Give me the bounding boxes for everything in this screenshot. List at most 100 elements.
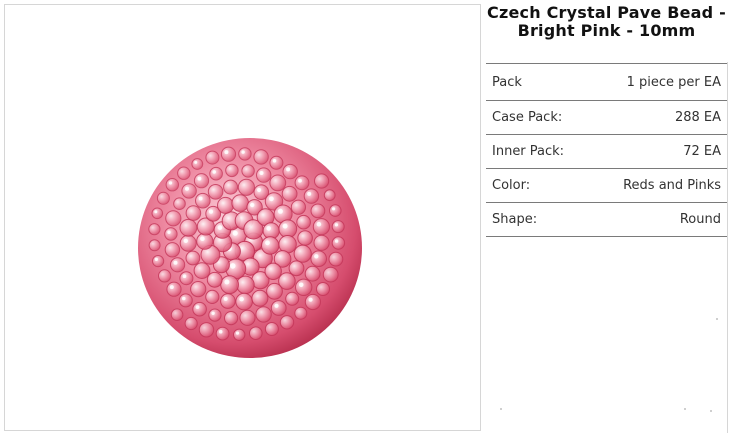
crystal-facet: [313, 234, 330, 251]
crystal-facet: [297, 230, 313, 246]
crystal-facet: [295, 278, 313, 297]
crystal-highlight: [223, 296, 228, 301]
crystal-facet: [235, 292, 253, 311]
crystal-facet: [185, 205, 202, 221]
crystal-highlight: [197, 176, 202, 181]
decorative-dot: [684, 408, 686, 410]
crystal-highlight: [182, 274, 187, 278]
crystal-facet: [253, 149, 269, 165]
crystal-facet: [198, 322, 215, 338]
crystal-facet: [177, 166, 191, 180]
crystal-highlight: [232, 230, 238, 236]
crystal-highlight: [173, 260, 178, 265]
spec-label: Pack: [492, 74, 522, 90]
crystal-facet: [312, 218, 330, 236]
crystal-highlight: [194, 160, 198, 164]
crystal-facet: [193, 262, 211, 280]
crystal-highlight: [182, 296, 186, 301]
crystal-facet: [331, 236, 346, 250]
crystal-facet: [282, 163, 298, 180]
crystal-highlight: [217, 225, 223, 230]
crystal-facet: [285, 291, 300, 306]
crystal-highlight: [250, 202, 255, 208]
crystal-facet: [310, 203, 326, 219]
spec-row-shape: Shape: Round: [486, 203, 727, 237]
spec-label: Case Pack:: [492, 110, 563, 125]
decorative-dot: [500, 408, 502, 410]
crystal-facet: [148, 223, 161, 236]
crystal-facet: [329, 204, 342, 217]
crystal-facet: [270, 300, 287, 316]
crystal-highlight: [154, 210, 158, 214]
crystal-facet: [196, 232, 214, 250]
crystal-facet: [304, 293, 321, 311]
crystal-facet: [191, 158, 204, 170]
crystal-highlight: [334, 223, 339, 227]
crystal-highlight: [266, 226, 271, 231]
crystal-highlight: [239, 296, 244, 302]
spec-row-case-pack: Case Pack: 288 EA: [486, 101, 727, 135]
crystal-facet: [190, 281, 207, 298]
decorative-dot: [710, 410, 712, 412]
crystal-facet: [255, 306, 272, 323]
crystal-highlight: [212, 170, 216, 174]
crystal-highlight: [274, 303, 279, 308]
spec-row-pack: Pack 1 piece per EA: [486, 64, 727, 101]
crystal-facet: [164, 227, 178, 241]
crystal-facet: [205, 289, 220, 304]
crystal-facet: [207, 184, 224, 200]
crystal-facet: [239, 309, 256, 326]
crystal-facet: [293, 244, 312, 263]
crystal-highlight: [298, 282, 304, 288]
crystal-highlight: [316, 221, 322, 227]
spec-value: 72 EA: [683, 144, 721, 159]
crystal-facet: [151, 207, 164, 220]
crystal-highlight: [183, 238, 188, 243]
product-info-panel: Czech Crystal Pave Bead - Bright Pink - …: [486, 0, 727, 237]
crystal-highlight: [198, 196, 203, 201]
product-page: Czech Crystal Pave Bead - Bright Pink - …: [0, 0, 731, 433]
crystal-highlight: [314, 254, 319, 259]
spec-label: Color:: [492, 178, 531, 193]
crystal-highlight: [277, 208, 283, 214]
crystal-highlight: [154, 257, 158, 261]
crystal-facet: [269, 174, 287, 192]
crystal-highlight: [211, 311, 215, 315]
crystal-facet: [249, 326, 263, 340]
crystal-facet: [206, 271, 223, 288]
crystal-facet: [220, 275, 239, 295]
crystal-highlight: [224, 279, 230, 285]
crystal-facet: [238, 147, 252, 161]
crystal-highlight: [200, 236, 205, 241]
crystal-facet: [256, 167, 272, 183]
crystal-facet: [310, 250, 327, 267]
crystal-facet: [158, 269, 172, 283]
spec-value: Reds and Pinks: [623, 178, 721, 193]
crystal-facet: [184, 316, 198, 331]
crystal-facet: [294, 306, 308, 320]
crystal-facet: [179, 234, 197, 252]
crystal-facet: [225, 163, 239, 178]
crystal-facet: [233, 328, 246, 342]
crystal-facet: [152, 255, 165, 268]
crystal-facet: [195, 192, 211, 209]
crystal-facet: [237, 178, 256, 196]
crystal-facet: [261, 236, 280, 255]
crystal-highlight: [208, 209, 214, 214]
crystal-highlight: [332, 207, 336, 211]
crystal-facet: [296, 214, 311, 230]
crystal-facet: [164, 242, 181, 258]
crystal-facet: [156, 191, 170, 205]
crystal-highlight: [307, 191, 312, 196]
spec-value: 1 piece per EA: [626, 74, 721, 90]
crystal-highlight: [282, 223, 288, 229]
crystal-facet: [205, 150, 220, 165]
crystal-facet: [193, 173, 210, 189]
spec-value: Round: [679, 212, 721, 227]
spec-label: Shape:: [492, 212, 538, 227]
product-image: [138, 138, 362, 358]
crystal-highlight: [298, 178, 302, 183]
crystal-facet: [209, 166, 223, 181]
crystal-highlight: [241, 150, 245, 154]
crystal-facet: [264, 262, 282, 281]
